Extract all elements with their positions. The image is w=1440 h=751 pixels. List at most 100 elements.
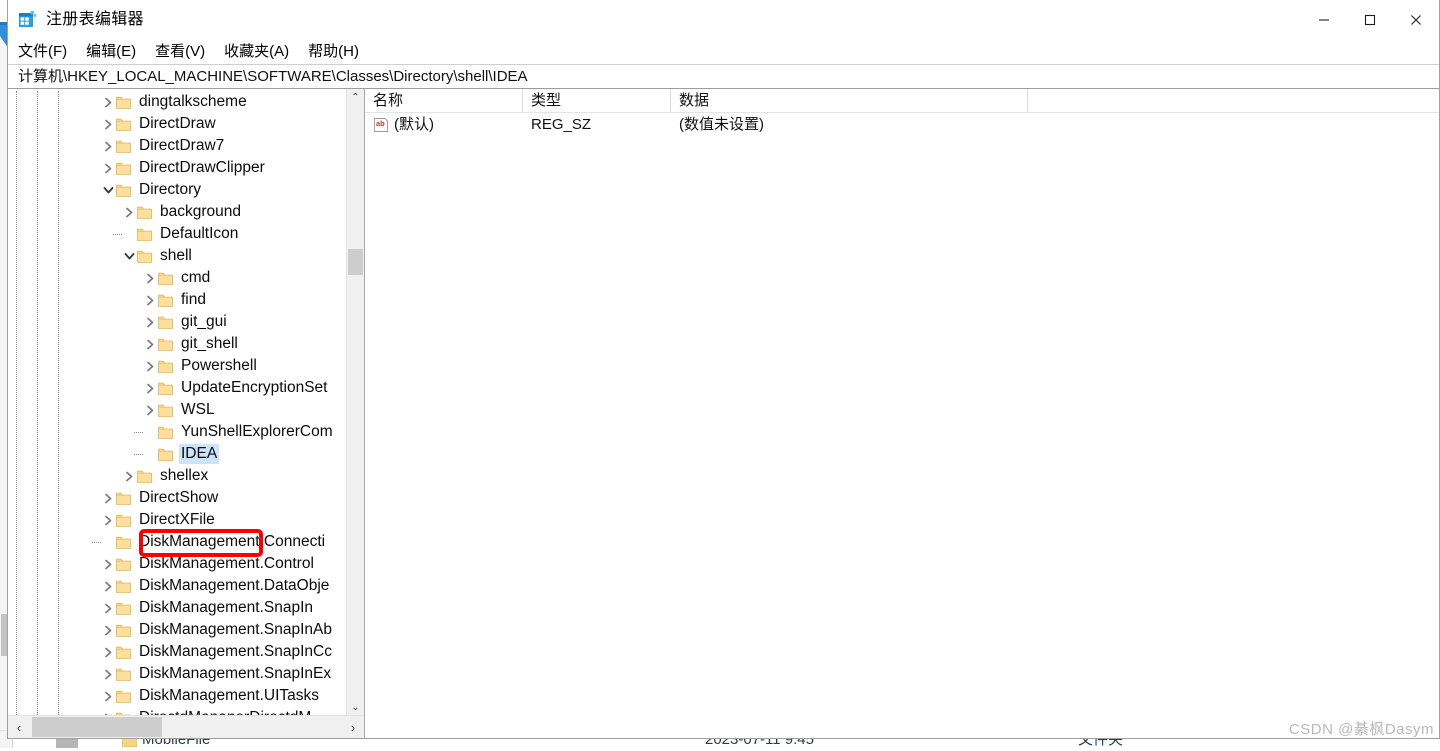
chevron-right-icon[interactable] [100, 509, 116, 531]
value-type-cell: REG_SZ [531, 116, 592, 133]
chevron-right-icon[interactable] [142, 311, 158, 333]
menu-favorites[interactable]: 收藏夹(A) [224, 41, 298, 63]
chevron-right-icon[interactable] [142, 289, 158, 311]
tree-guide-line [58, 91, 60, 716]
tree-item-label: YunShellExplorerCom [181, 423, 333, 440]
scroll-up-arrow-icon[interactable]: ⌃ [347, 89, 364, 106]
chevron-right-icon[interactable] [100, 619, 116, 641]
tree-item-label: shell [160, 247, 192, 264]
close-button[interactable] [1393, 0, 1439, 39]
folder-icon [158, 338, 173, 351]
maximize-button[interactable] [1347, 0, 1393, 39]
folder-icon [116, 118, 131, 131]
registry-tree: dingtalkscheme DirectDraw DirectDraw7 Direc… [8, 91, 347, 716]
tree-item-label: dingtalkscheme [139, 93, 247, 110]
address-bar[interactable]: 计算机\HKEY_LOCAL_MACHINE\SOFTWARE\Classes\… [8, 64, 1439, 89]
tree-item-label: UpdateEncryptionSet [181, 379, 328, 396]
folder-icon [158, 382, 173, 395]
chevron-right-icon[interactable] [121, 201, 137, 223]
minimize-button[interactable] [1301, 0, 1347, 39]
scroll-right-arrow-icon[interactable]: › [342, 716, 364, 738]
values-column-header: 名称 类型 数据 [365, 89, 1439, 113]
folder-icon [137, 206, 152, 219]
tree-item-label: DiskManagement.UITasks [139, 687, 320, 704]
folder-icon [116, 558, 131, 571]
value-name-label: (默认) [394, 116, 434, 133]
tree-item-label: DiskManagement.Control [139, 555, 314, 572]
folder-icon [116, 514, 131, 527]
folder-icon [137, 470, 152, 483]
tree-item-label: DiskManagement.Connecti [139, 533, 326, 550]
value-row[interactable]: ab (默认) REG_SZ (数值未设置) [365, 113, 1439, 137]
tree-item-label: cmd [181, 269, 211, 286]
chevron-right-icon[interactable] [100, 663, 116, 685]
folder-icon [116, 96, 131, 109]
title-bar[interactable]: 注册表编辑器 [8, 0, 1439, 39]
tree-item-label: DirectShow [139, 489, 219, 506]
scroll-down-arrow-icon[interactable]: ⌄ [347, 699, 364, 716]
tree-item-label: git_shell [181, 335, 238, 352]
menu-file[interactable]: 文件(F) [18, 41, 76, 63]
column-name-header[interactable]: 名称 [365, 89, 523, 112]
registry-editor-window: 注册表编辑器 文件(F) 编辑(E) 查看(V) 收藏夹(A) 帮助(H) 计算… [7, 0, 1440, 739]
tree-horizontal-scrollbar[interactable]: ‹ › [8, 715, 364, 738]
chevron-right-icon[interactable] [100, 157, 116, 179]
chevron-right-icon[interactable] [100, 91, 116, 113]
folder-icon [158, 404, 173, 417]
folder-icon [116, 668, 131, 681]
chevron-right-icon[interactable] [142, 267, 158, 289]
chevron-down-icon[interactable] [100, 179, 116, 201]
folder-icon [158, 316, 173, 329]
folder-icon [158, 448, 173, 461]
folder-icon [116, 624, 131, 637]
chevron-right-icon[interactable] [121, 465, 137, 487]
folder-icon [116, 602, 131, 615]
chevron-right-icon[interactable] [142, 355, 158, 377]
menu-view[interactable]: 查看(V) [155, 41, 214, 63]
menu-edit[interactable]: 编辑(E) [86, 41, 145, 63]
chevron-right-icon[interactable] [100, 575, 116, 597]
tree-scroll-area: dingtalkscheme DirectDraw DirectDraw7 Direc… [8, 89, 347, 716]
tree-connector [134, 432, 143, 434]
tree-horizontal-scrollbar-thumb[interactable] [32, 717, 162, 737]
chevron-right-icon[interactable] [100, 685, 116, 707]
chevron-right-icon[interactable] [100, 135, 116, 157]
chevron-right-icon[interactable] [100, 553, 116, 575]
tree-vertical-scrollbar[interactable]: ⌃ ⌄ [346, 89, 364, 716]
folder-icon [158, 272, 173, 285]
tree-item-label: find [181, 291, 206, 308]
registry-values-pane: 名称 类型 数据 ab (默认) REG_SZ (数值未设置) [365, 89, 1439, 738]
chevron-right-icon[interactable] [100, 487, 116, 509]
chevron-right-icon[interactable] [100, 641, 116, 663]
values-header-filler [1028, 89, 1439, 112]
chevron-right-icon[interactable] [100, 113, 116, 135]
chevron-right-icon[interactable] [100, 597, 116, 619]
ab-string-icon: ab [373, 117, 389, 133]
menu-bar: 文件(F) 编辑(E) 查看(V) 收藏夹(A) 帮助(H) [8, 39, 1439, 64]
tree-item-label: Powershell [181, 357, 257, 374]
chevron-right-icon[interactable] [142, 399, 158, 421]
chevron-right-icon[interactable] [142, 333, 158, 355]
column-type-header[interactable]: 类型 [523, 89, 671, 112]
tree-connector [113, 234, 122, 236]
column-data-header[interactable]: 数据 [671, 89, 1028, 112]
menu-help[interactable]: 帮助(H) [308, 41, 368, 63]
tree-item-label: IDEA [179, 444, 220, 464]
tree-vertical-scrollbar-thumb[interactable] [348, 249, 363, 275]
window-title: 注册表编辑器 [46, 10, 144, 28]
tree-item-label: DirectDraw7 [139, 137, 225, 154]
tree-item-label: git_gui [181, 313, 227, 330]
chevron-right-icon[interactable] [142, 377, 158, 399]
folder-icon [116, 580, 131, 593]
value-data-cell: (数值未设置) [679, 116, 764, 133]
tree-item-label: DiskManagement.SnapInEx [139, 665, 332, 682]
registry-path[interactable]: 计算机\HKEY_LOCAL_MACHINE\SOFTWARE\Classes\… [8, 67, 528, 87]
scroll-left-arrow-icon[interactable]: ‹ [8, 716, 30, 738]
folder-icon [116, 492, 131, 505]
chevron-down-icon[interactable] [121, 245, 137, 267]
values-list: ab (默认) REG_SZ (数值未设置) [365, 113, 1439, 137]
folder-icon [116, 162, 131, 175]
tree-item-label: DefaultIcon [160, 225, 239, 242]
tree-item-label: Directory [139, 181, 202, 198]
folder-icon [158, 360, 173, 373]
